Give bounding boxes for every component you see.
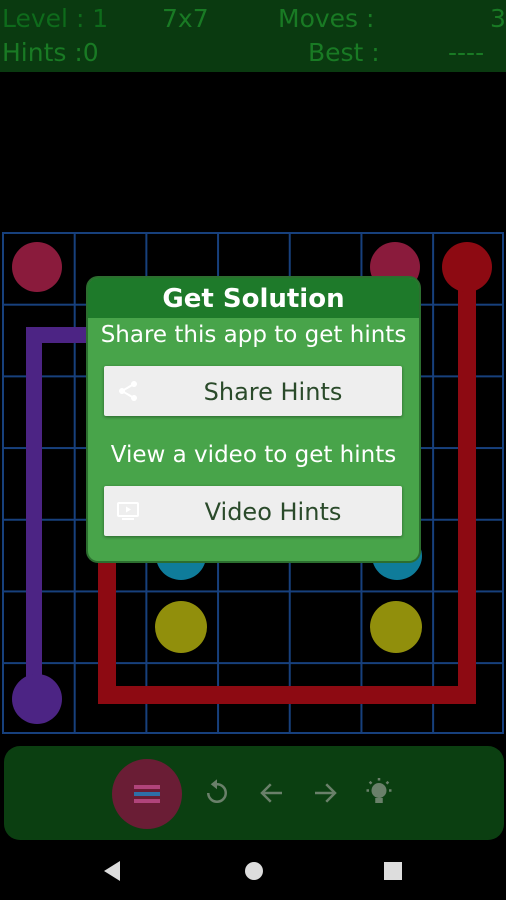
share-hints-button[interactable]: Share Hints (104, 366, 402, 416)
red-dot[interactable] (442, 242, 492, 292)
yellow-dot[interactable] (370, 601, 422, 653)
dialog-title: Get Solution (88, 278, 419, 318)
arrow-right-icon[interactable] (310, 778, 340, 808)
level-label: Level : 1 (2, 4, 109, 33)
share-hints-label: Share Hints (203, 378, 343, 406)
video-hints-label: Video Hints (204, 498, 342, 526)
recents-icon[interactable] (383, 861, 403, 881)
share-instruction-text: Share this app to get hints (100, 322, 407, 348)
game-toolbar (4, 746, 504, 840)
system-nav-bar (0, 840, 506, 900)
purple-dot[interactable] (12, 674, 62, 724)
best-label: Best : (308, 38, 380, 67)
video-instruction-text: View a video to get hints (110, 442, 397, 468)
moves-value: 3 (490, 4, 506, 33)
grid-size-label: 7x7 (162, 4, 209, 33)
hint-bulb-icon[interactable] (364, 778, 394, 808)
red-pipe (98, 552, 116, 704)
menu-icon (134, 785, 160, 803)
yellow-dot[interactable] (155, 601, 207, 653)
home-icon[interactable] (243, 860, 265, 882)
purple-pipe (26, 327, 42, 691)
arrow-left-icon[interactable] (257, 778, 287, 808)
video-hints-button[interactable]: Video Hints (104, 486, 402, 536)
status-header: Level : 1 7x7 Moves : 3 Hints :0 Best : … (0, 0, 506, 72)
hints-label: Hints :0 (2, 38, 99, 67)
best-value: ---- (448, 38, 485, 67)
red-pipe (98, 686, 476, 704)
moves-label: Moves : (278, 4, 375, 33)
pink-dot[interactable] (12, 242, 62, 292)
tv-icon (117, 502, 139, 520)
share-icon (119, 381, 137, 401)
red-pipe (458, 268, 476, 704)
get-solution-dialog: Get Solution Share this app to get hints… (88, 278, 419, 561)
menu-button[interactable] (112, 759, 182, 829)
undo-icon[interactable] (202, 778, 232, 808)
back-icon[interactable] (102, 860, 122, 882)
